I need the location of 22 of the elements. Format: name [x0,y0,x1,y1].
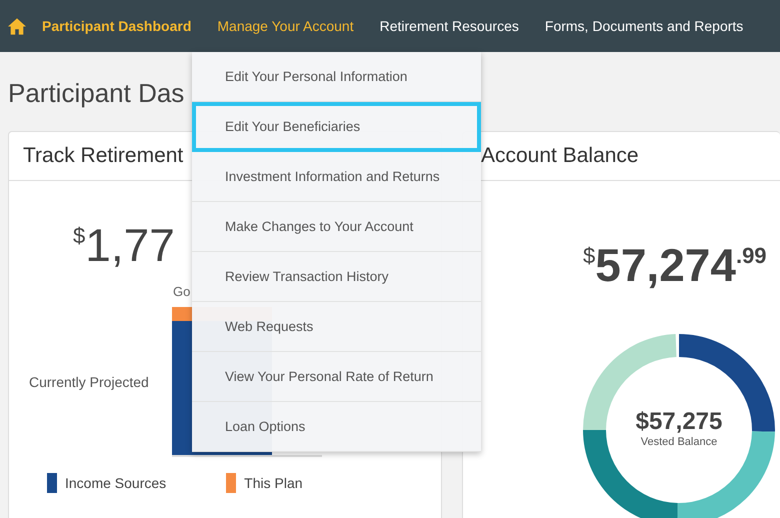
vested-balance-value: $57,275 [634,408,724,436]
legend-label: Income Sources [65,475,166,491]
projected-amount: $^{$}$1,77 [73,218,175,270]
bar-label: Currently Projected [29,374,150,390]
page-title: Participant Das [8,77,184,110]
nav-link[interactable]: Participant Dashboard [42,18,192,34]
menu-item[interactable]: Investment Information and Returns [192,152,481,202]
home-icon[interactable] [8,18,26,34]
vested-balance-label: Vested Balance [640,436,718,448]
menu-item[interactable]: Edit Your Beneficiaries [192,102,481,152]
menu-item[interactable]: View Your Personal Rate of Return [192,352,481,402]
legend-label: This Plan [244,475,303,491]
menu-item[interactable]: Web Requests [192,302,481,352]
nav-link[interactable]: Retirement Resources [380,18,519,34]
goal-label: Go [173,284,190,299]
menu-item[interactable]: Review Transaction History [192,252,481,302]
menu-item[interactable]: Make Changes to Your Account [192,202,481,252]
balance-amount: $^{$}$57,274$^{.99}$ [583,238,767,290]
nav-link[interactable]: Forms, Documents and Reports [544,18,744,34]
menu-item[interactable]: Loan Options [192,402,481,452]
nav-link[interactable]: Manage Your Account [217,18,354,34]
menu-item[interactable]: Edit Your Personal Information [192,52,481,102]
